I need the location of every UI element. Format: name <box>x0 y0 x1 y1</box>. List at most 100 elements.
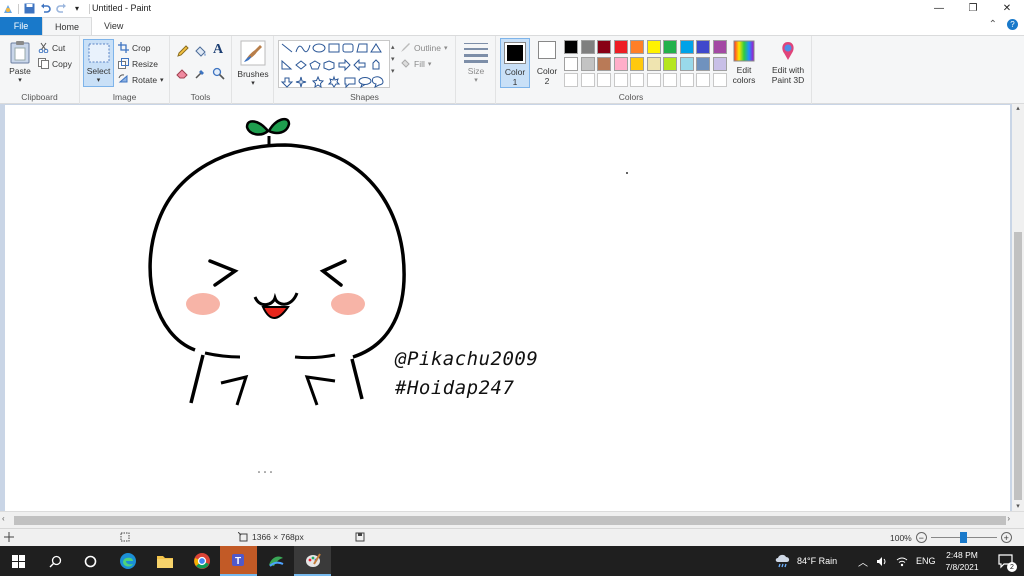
color-palette <box>564 40 732 92</box>
outline-button[interactable]: Outline ▾ <box>400 42 447 53</box>
color-swatch[interactable] <box>679 40 694 54</box>
weather-widget[interactable]: 84°F Rain <box>774 546 837 576</box>
tab-file[interactable]: File <box>0 17 42 35</box>
color-swatch[interactable] <box>712 56 727 71</box>
select-dropdown-icon[interactable]: ▾ <box>97 76 101 84</box>
custom-color-slot[interactable] <box>630 73 644 87</box>
resize-button[interactable]: Resize <box>118 58 158 69</box>
scroll-right-icon[interactable]: › <box>1007 514 1010 523</box>
color-swatch[interactable] <box>663 56 677 71</box>
pencil-icon[interactable] <box>176 45 189 60</box>
customize-toolbar-chevron-icon[interactable]: ▾ <box>71 3 83 15</box>
select-button[interactable]: Select ▾ <box>83 39 114 87</box>
zoom-slider[interactable] <box>930 532 997 543</box>
tab-view[interactable]: View <box>92 17 135 35</box>
taskbar-photos[interactable] <box>257 546 294 576</box>
crop-button[interactable]: Crop <box>118 42 150 53</box>
fill-bucket-icon[interactable] <box>194 45 207 60</box>
paint-app-icon[interactable] <box>2 3 14 15</box>
color-swatch[interactable] <box>679 56 694 71</box>
zoom-in-button[interactable]: + <box>1000 532 1012 543</box>
custom-color-slot[interactable] <box>564 73 578 87</box>
color-picker-icon[interactable] <box>194 67 207 82</box>
shapes-gallery[interactable] <box>278 40 390 89</box>
color-swatch[interactable] <box>712 40 727 54</box>
color-swatch[interactable] <box>696 40 710 54</box>
color-swatch[interactable] <box>613 56 628 71</box>
cortana-button[interactable] <box>72 546 109 576</box>
color-swatch[interactable] <box>646 40 661 54</box>
redo-icon[interactable] <box>55 3 67 15</box>
language-indicator[interactable]: ENG <box>916 556 936 566</box>
custom-color-slot[interactable] <box>613 73 628 87</box>
brushes-button[interactable]: Brushes ▾ <box>235 40 271 87</box>
taskbar-paint[interactable] <box>294 546 331 576</box>
close-button[interactable]: ✕ <box>990 0 1024 17</box>
color-swatch[interactable] <box>597 56 611 71</box>
zoom-out-button[interactable]: − <box>915 532 927 543</box>
custom-color-slot[interactable] <box>696 73 710 87</box>
color-swatch[interactable] <box>597 40 611 54</box>
wifi-icon[interactable] <box>896 556 908 567</box>
horizontal-scroll-thumb[interactable] <box>14 516 1006 525</box>
minimize-button[interactable]: — <box>922 0 956 17</box>
text-tool-icon[interactable]: A <box>213 42 223 58</box>
clock-date: 7/8/2021 <box>945 562 979 572</box>
color2-button[interactable]: Color 2 <box>533 41 561 86</box>
edit-colors-button[interactable]: Edit colors <box>730 40 758 85</box>
rotate-dropdown-icon[interactable]: ▾ <box>160 76 164 84</box>
custom-color-slot[interactable] <box>646 73 661 87</box>
taskbar-chrome[interactable] <box>183 546 220 576</box>
scroll-left-icon[interactable]: ‹ <box>2 514 5 523</box>
edit-with-paint3d-button[interactable]: Edit with Paint 3D <box>766 40 810 85</box>
paste-button[interactable]: Paste ▾ <box>6 40 34 84</box>
shapes-scroll-icon[interactable]: ▴ ▾ ▾ <box>391 42 395 78</box>
color-swatch[interactable] <box>696 56 710 71</box>
undo-icon[interactable] <box>39 3 51 15</box>
cut-button[interactable]: Cut <box>38 42 65 53</box>
search-button[interactable] <box>37 546 74 576</box>
color1-button[interactable]: Color 1 <box>500 38 530 88</box>
save-icon[interactable] <box>23 3 35 15</box>
rotate-button[interactable]: Rotate ▾ <box>118 74 164 85</box>
scroll-up-icon[interactable]: ▴ <box>1012 104 1024 114</box>
taskbar-edge[interactable] <box>109 546 146 576</box>
copy-button[interactable]: Copy <box>38 58 72 69</box>
collapse-ribbon-icon[interactable]: ⌃ <box>989 19 997 30</box>
help-icon[interactable]: ? <box>1007 19 1018 30</box>
custom-color-slot[interactable] <box>597 73 611 87</box>
paste-dropdown-icon[interactable]: ▾ <box>18 76 22 84</box>
custom-color-slot[interactable] <box>663 73 677 87</box>
taskbar-teams[interactable]: T <box>220 546 257 576</box>
size-button[interactable]: Size ▾ <box>461 41 491 84</box>
fill-button[interactable]: Fill ▾ <box>400 58 431 69</box>
color-swatch[interactable] <box>564 56 578 71</box>
volume-icon[interactable] <box>876 556 888 567</box>
color-swatch[interactable] <box>613 40 628 54</box>
magnifier-icon[interactable] <box>212 67 225 82</box>
zoom-slider-thumb[interactable] <box>959 532 967 543</box>
color-swatch[interactable] <box>646 56 661 71</box>
stray-dot <box>270 471 272 473</box>
custom-color-slot[interactable] <box>580 73 595 87</box>
start-button[interactable] <box>0 546 37 576</box>
color-swatch[interactable] <box>630 56 644 71</box>
color-swatch[interactable] <box>580 56 595 71</box>
custom-color-slot[interactable] <box>679 73 694 87</box>
drawing-canvas[interactable]: @Pikachu2009 #Hoidap247 <box>5 105 1010 511</box>
show-hidden-icons-chevron-icon[interactable]: ︿ <box>858 554 868 569</box>
taskbar-file-explorer[interactable] <box>146 546 183 576</box>
color-swatch[interactable] <box>630 40 644 54</box>
vertical-scroll-thumb[interactable] <box>1014 232 1022 500</box>
color-swatch[interactable] <box>663 40 677 54</box>
brushes-dropdown-icon[interactable]: ▾ <box>251 79 255 87</box>
horizontal-scrollbar[interactable]: ‹ › <box>0 511 1024 528</box>
color-swatch[interactable] <box>564 40 578 54</box>
notification-center-button[interactable]: 2 <box>987 546 1024 576</box>
eraser-icon[interactable] <box>176 67 189 82</box>
custom-color-slot[interactable] <box>712 73 727 87</box>
taskbar-clock[interactable]: 2:48 PM 7/8/2021 <box>940 549 984 573</box>
color-swatch[interactable] <box>580 40 595 54</box>
tab-home[interactable]: Home <box>42 17 93 35</box>
restore-button[interactable]: ❐ <box>956 0 990 17</box>
